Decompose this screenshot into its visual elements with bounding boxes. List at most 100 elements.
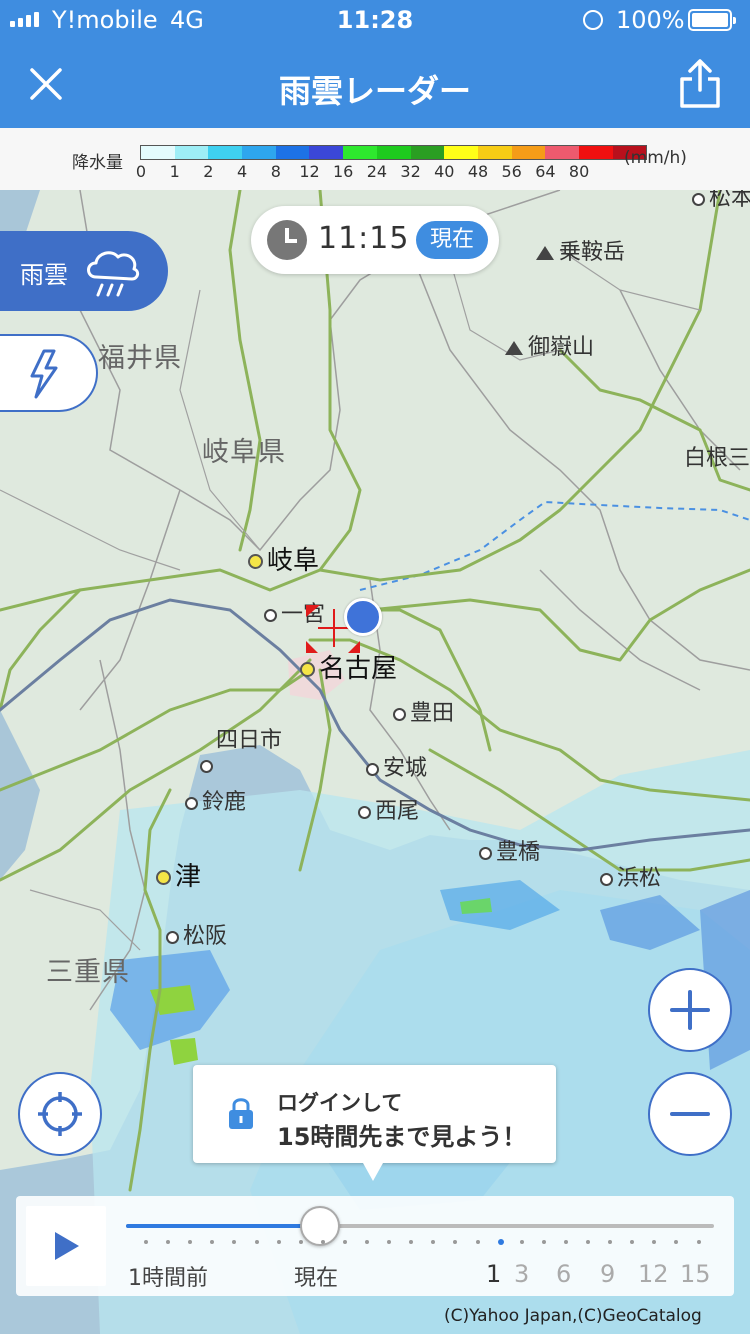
locate-button[interactable] [18,1072,102,1156]
timeline-hour-label[interactable]: 6 [556,1260,571,1288]
crosshair-icon [38,1092,82,1136]
city-marker [185,796,198,810]
timeline-tick [409,1240,414,1244]
battery-icon [688,9,736,31]
zoom-out-button[interactable] [648,1072,732,1156]
city-marker [366,762,379,776]
city-marker [156,870,171,885]
timeline-tick [541,1240,546,1244]
lightning-layer-button[interactable] [0,334,98,412]
legend-tick-label: 2 [203,162,214,181]
map-label-tsu: 津 [156,856,201,893]
legend-ticks: 0 1 2 4 8 12 16 24 32 40 48 56 64 80 [130,162,610,182]
share-button[interactable] [676,58,724,110]
play-button[interactable] [26,1206,106,1286]
rotation-lock-icon [583,10,603,30]
current-location-icon [344,598,382,636]
precipitation-legend: 降水量 0 1 2 4 8 12 16 24 32 40 48 56 64 80 (mm/h) [0,128,750,190]
legend-swatch [275,146,310,159]
current-badge: 現在 [416,221,488,259]
share-icon [680,59,720,108]
timeline-tick [210,1240,215,1244]
lock-icon [229,1098,253,1129]
legend-tick-label: 48 [467,162,489,181]
timeline-tick [276,1240,281,1244]
map-marker-yokkaichi [200,753,217,778]
legend-tick-label: 80 [568,162,590,181]
map-label-fukui: 福井県 [98,343,182,374]
timeline-hour-label[interactable]: 9 [600,1260,615,1288]
legend-swatch [578,146,613,159]
city-marker [264,608,277,622]
legend-tick-label: 40 [434,162,455,181]
timeline-hour-label[interactable]: 12 [638,1260,669,1288]
legend-tick-label: 56 [501,162,522,181]
map-label-gifu-pref: 岐阜県 [202,437,286,468]
timeline-tick [188,1240,193,1244]
mountain-icon [505,341,523,355]
timeline-progress [126,1224,321,1228]
timeline-tick [144,1240,148,1244]
timeline-tick [674,1240,679,1244]
map-label-gifu: 岐阜 [248,540,319,577]
minus-icon [670,1112,710,1116]
legend-swatch [174,146,209,159]
rain-layer-button[interactable]: 雨雲 [0,231,168,311]
legend-tick-label: 8 [270,162,281,181]
legend-tick-label: 32 [400,162,421,181]
map-label-suzuka: 鈴鹿 [185,784,246,816]
city-marker [600,872,613,886]
timeline-hour-label[interactable]: 15 [680,1260,711,1288]
map-label-matsusaka: 松阪 [166,918,227,950]
zoom-in-button[interactable] [648,968,732,1052]
timeline-track[interactable] [126,1224,714,1228]
legend-swatch [343,146,377,159]
timeline-hour-label[interactable]: 1 [486,1260,501,1288]
timeline-label-now: 現在 [294,1266,339,1291]
timeline-tick [475,1240,480,1244]
city-marker [248,554,263,569]
map-label-ontake: 御嶽山 [505,329,594,361]
city-marker [358,805,371,819]
timeline-tick [254,1240,259,1244]
map-label-norikura: 乗鞍岳 [536,234,625,266]
timeline-tick [342,1240,347,1244]
map-label-shirane: 白根三 [684,446,750,471]
radar-time: 11:15 [318,221,410,256]
map-label-toyota: 豊田 [393,695,454,727]
legend-tick-label: 0 [135,162,147,181]
legend-swatch [477,146,512,159]
login-prompt-line1: ログインして [277,1091,403,1115]
timeline-panel: 1時間前 現在 1 3 6 9 12 15 [16,1196,734,1296]
mountain-icon [536,246,554,260]
timeline-tick [563,1240,568,1244]
login-prompt[interactable]: ログインして 15時間先まで見よう！ [193,1065,556,1181]
timeline-tick [652,1240,657,1244]
map-label-hamamatsu: 浜松 [600,860,661,892]
login-prompt-line2: 15時間先まで見よう！ [277,1123,527,1151]
timeline-tick [630,1240,635,1244]
timeline-tick [298,1240,303,1244]
timeline-tick [497,1239,504,1245]
map-label-mie: 三重県 [46,957,130,988]
map-label-yokkaichi: 四日市 [216,728,283,753]
timeline-tick [519,1240,524,1244]
city-marker [692,192,705,206]
legend-tick-label: 1 [169,162,180,181]
map-copyright: (C)Yahoo Japan,(C)GeoCatalog [444,1306,702,1326]
map-label-anjo: 安城 [366,750,427,782]
timeline-tick [586,1240,590,1244]
battery-percent: 100% [616,6,685,34]
rain-cloud-icon [87,251,140,297]
timeline-tick [166,1240,171,1244]
legend-swatch [242,146,276,159]
timeline-tick [320,1240,325,1244]
legend-swatch [444,146,478,159]
time-indicator: 11:15 現在 [251,206,499,274]
timeline-tick [608,1240,613,1244]
map-label-matsumoto: 松本 [692,190,750,212]
timeline-thumb[interactable] [300,1206,341,1246]
timeline-hour-label[interactable]: 3 [514,1260,529,1288]
legend-swatch [376,146,411,159]
legend-tick-label: 24 [366,162,388,181]
